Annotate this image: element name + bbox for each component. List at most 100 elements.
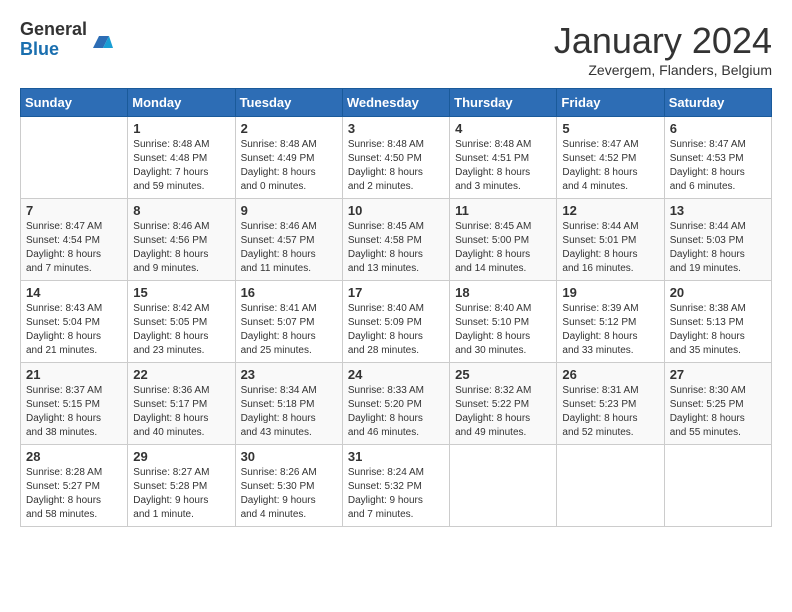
day-info: Sunrise: 8:38 AM Sunset: 5:13 PM Dayligh… [670,302,766,358]
day-number: 16 [241,285,337,300]
day-info: Sunrise: 8:46 AM Sunset: 4:57 PM Dayligh… [241,220,337,276]
week-row-3: 14Sunrise: 8:43 AM Sunset: 5:04 PM Dayli… [21,281,772,363]
calendar-body: 1 Sunrise: 8:48 AM Sunset: 4:48 PM Daylig… [21,117,772,527]
day-info: Sunrise: 8:37 AM Sunset: 5:15 PM Dayligh… [26,384,122,440]
day-number: 10 [348,203,444,218]
page-header: General Blue January 2024 Zevergem, Flan… [20,20,772,78]
day-cell: 22 Sunrise: 8:36 AM Sunset: 5:17 PM Dayli… [128,363,235,445]
day-number: 7 [26,203,122,218]
day-number: 26 [562,367,658,382]
day-number: 23 [241,367,337,382]
header-cell-thursday: Thursday [450,89,557,117]
day-number: 4 [455,121,551,136]
day-number: 3 [348,121,444,136]
day-info: Sunrise: 8:40 AM Sunset: 5:09 PM Dayligh… [348,302,444,358]
day-cell: 29 Sunrise: 8:27 AM Sunset: 5:28 PM Dayli… [128,445,235,527]
day-number: 29 [133,449,229,464]
day-number: 20 [670,285,766,300]
day-number: 21 [26,367,122,382]
day-number: 27 [670,367,766,382]
day-number: 14 [26,285,122,300]
day-cell: 8 Sunrise: 8:46 AM Sunset: 4:56 PM Daylig… [128,199,235,281]
day-cell: 9 Sunrise: 8:46 AM Sunset: 4:57 PM Daylig… [235,199,342,281]
week-row-2: 7 Sunrise: 8:47 AM Sunset: 4:54 PM Daylig… [21,199,772,281]
day-number: 25 [455,367,551,382]
header-row: SundayMondayTuesdayWednesdayThursdayFrid… [21,89,772,117]
day-cell: 19 Sunrise: 8:39 AM Sunset: 5:12 PM Dayli… [557,281,664,363]
day-info: Sunrise: 8:26 AM Sunset: 5:30 PM Dayligh… [241,466,337,522]
day-cell: 5Sunrise: 8:47 AM Sunset: 4:52 PM Daylig… [557,117,664,199]
day-number: 28 [26,449,122,464]
day-info: Sunrise: 8:45 AM Sunset: 5:00 PM Dayligh… [455,220,551,276]
day-number: 18 [455,285,551,300]
day-info: Sunrise: 8:47 AM Sunset: 4:54 PM Dayligh… [26,220,122,276]
day-number: 31 [348,449,444,464]
header-cell-wednesday: Wednesday [342,89,449,117]
day-cell: 4 Sunrise: 8:48 AM Sunset: 4:51 PM Daylig… [450,117,557,199]
day-info: Sunrise: 8:48 AM Sunset: 4:51 PM Dayligh… [455,138,551,194]
day-cell: 1 Sunrise: 8:48 AM Sunset: 4:48 PM Daylig… [128,117,235,199]
week-row-4: 21 Sunrise: 8:37 AM Sunset: 5:15 PM Dayli… [21,363,772,445]
day-info: Sunrise: 8:44 AM Sunset: 5:03 PM Dayligh… [670,220,766,276]
week-row-1: 1 Sunrise: 8:48 AM Sunset: 4:48 PM Daylig… [21,117,772,199]
day-info: Sunrise: 8:24 AM Sunset: 5:32 PM Dayligh… [348,466,444,522]
day-cell: 6Sunrise: 8:47 AM Sunset: 4:53 PM Daylig… [664,117,771,199]
day-info: Sunrise: 8:47 AM Sunset: 4:53 PM Dayligh… [670,138,766,194]
day-cell: 13Sunrise: 8:44 AM Sunset: 5:03 PM Dayli… [664,199,771,281]
week-row-5: 28Sunrise: 8:28 AM Sunset: 5:27 PM Dayli… [21,445,772,527]
day-info: Sunrise: 8:48 AM Sunset: 4:50 PM Dayligh… [348,138,444,194]
day-info: Sunrise: 8:42 AM Sunset: 5:05 PM Dayligh… [133,302,229,358]
day-cell: 21 Sunrise: 8:37 AM Sunset: 5:15 PM Dayli… [21,363,128,445]
day-number: 12 [562,203,658,218]
logo: General Blue [20,20,113,60]
day-info: Sunrise: 8:27 AM Sunset: 5:28 PM Dayligh… [133,466,229,522]
day-cell [21,117,128,199]
day-info: Sunrise: 8:45 AM Sunset: 4:58 PM Dayligh… [348,220,444,276]
day-info: Sunrise: 8:48 AM Sunset: 4:48 PM Dayligh… [133,138,229,194]
logo-blue: Blue [20,40,87,60]
calendar-table: SundayMondayTuesdayWednesdayThursdayFrid… [20,88,772,527]
day-number: 8 [133,203,229,218]
day-info: Sunrise: 8:34 AM Sunset: 5:18 PM Dayligh… [241,384,337,440]
day-cell: 7 Sunrise: 8:47 AM Sunset: 4:54 PM Daylig… [21,199,128,281]
day-cell [557,445,664,527]
day-number: 2 [241,121,337,136]
day-number: 30 [241,449,337,464]
day-info: Sunrise: 8:39 AM Sunset: 5:12 PM Dayligh… [562,302,658,358]
day-number: 1 [133,121,229,136]
day-info: Sunrise: 8:46 AM Sunset: 4:56 PM Dayligh… [133,220,229,276]
header-cell-tuesday: Tuesday [235,89,342,117]
day-number: 22 [133,367,229,382]
header-cell-friday: Friday [557,89,664,117]
day-cell: 25 Sunrise: 8:32 AM Sunset: 5:22 PM Dayli… [450,363,557,445]
day-number: 9 [241,203,337,218]
day-cell: 30 Sunrise: 8:26 AM Sunset: 5:30 PM Dayli… [235,445,342,527]
calendar-header: SundayMondayTuesdayWednesdayThursdayFrid… [21,89,772,117]
header-cell-sunday: Sunday [21,89,128,117]
day-number: 11 [455,203,551,218]
day-cell: 24 Sunrise: 8:33 AM Sunset: 5:20 PM Dayli… [342,363,449,445]
day-info: Sunrise: 8:32 AM Sunset: 5:22 PM Dayligh… [455,384,551,440]
day-info: Sunrise: 8:48 AM Sunset: 4:49 PM Dayligh… [241,138,337,194]
day-info: Sunrise: 8:41 AM Sunset: 5:07 PM Dayligh… [241,302,337,358]
day-info: Sunrise: 8:40 AM Sunset: 5:10 PM Dayligh… [455,302,551,358]
day-cell: 31 Sunrise: 8:24 AM Sunset: 5:32 PM Dayli… [342,445,449,527]
day-cell: 18 Sunrise: 8:40 AM Sunset: 5:10 PM Dayli… [450,281,557,363]
day-number: 15 [133,285,229,300]
day-cell: 14Sunrise: 8:43 AM Sunset: 5:04 PM Dayli… [21,281,128,363]
day-number: 19 [562,285,658,300]
day-info: Sunrise: 8:47 AM Sunset: 4:52 PM Dayligh… [562,138,658,194]
day-cell: 20 Sunrise: 8:38 AM Sunset: 5:13 PM Dayli… [664,281,771,363]
day-cell [664,445,771,527]
day-cell [450,445,557,527]
day-cell: 28Sunrise: 8:28 AM Sunset: 5:27 PM Dayli… [21,445,128,527]
location-subtitle: Zevergem, Flanders, Belgium [554,62,772,78]
day-cell: 2 Sunrise: 8:48 AM Sunset: 4:49 PM Daylig… [235,117,342,199]
day-cell: 12Sunrise: 8:44 AM Sunset: 5:01 PM Dayli… [557,199,664,281]
day-number: 24 [348,367,444,382]
title-block: January 2024 Zevergem, Flanders, Belgium [554,20,772,78]
day-info: Sunrise: 8:33 AM Sunset: 5:20 PM Dayligh… [348,384,444,440]
header-cell-monday: Monday [128,89,235,117]
day-info: Sunrise: 8:36 AM Sunset: 5:17 PM Dayligh… [133,384,229,440]
day-cell: 3 Sunrise: 8:48 AM Sunset: 4:50 PM Daylig… [342,117,449,199]
